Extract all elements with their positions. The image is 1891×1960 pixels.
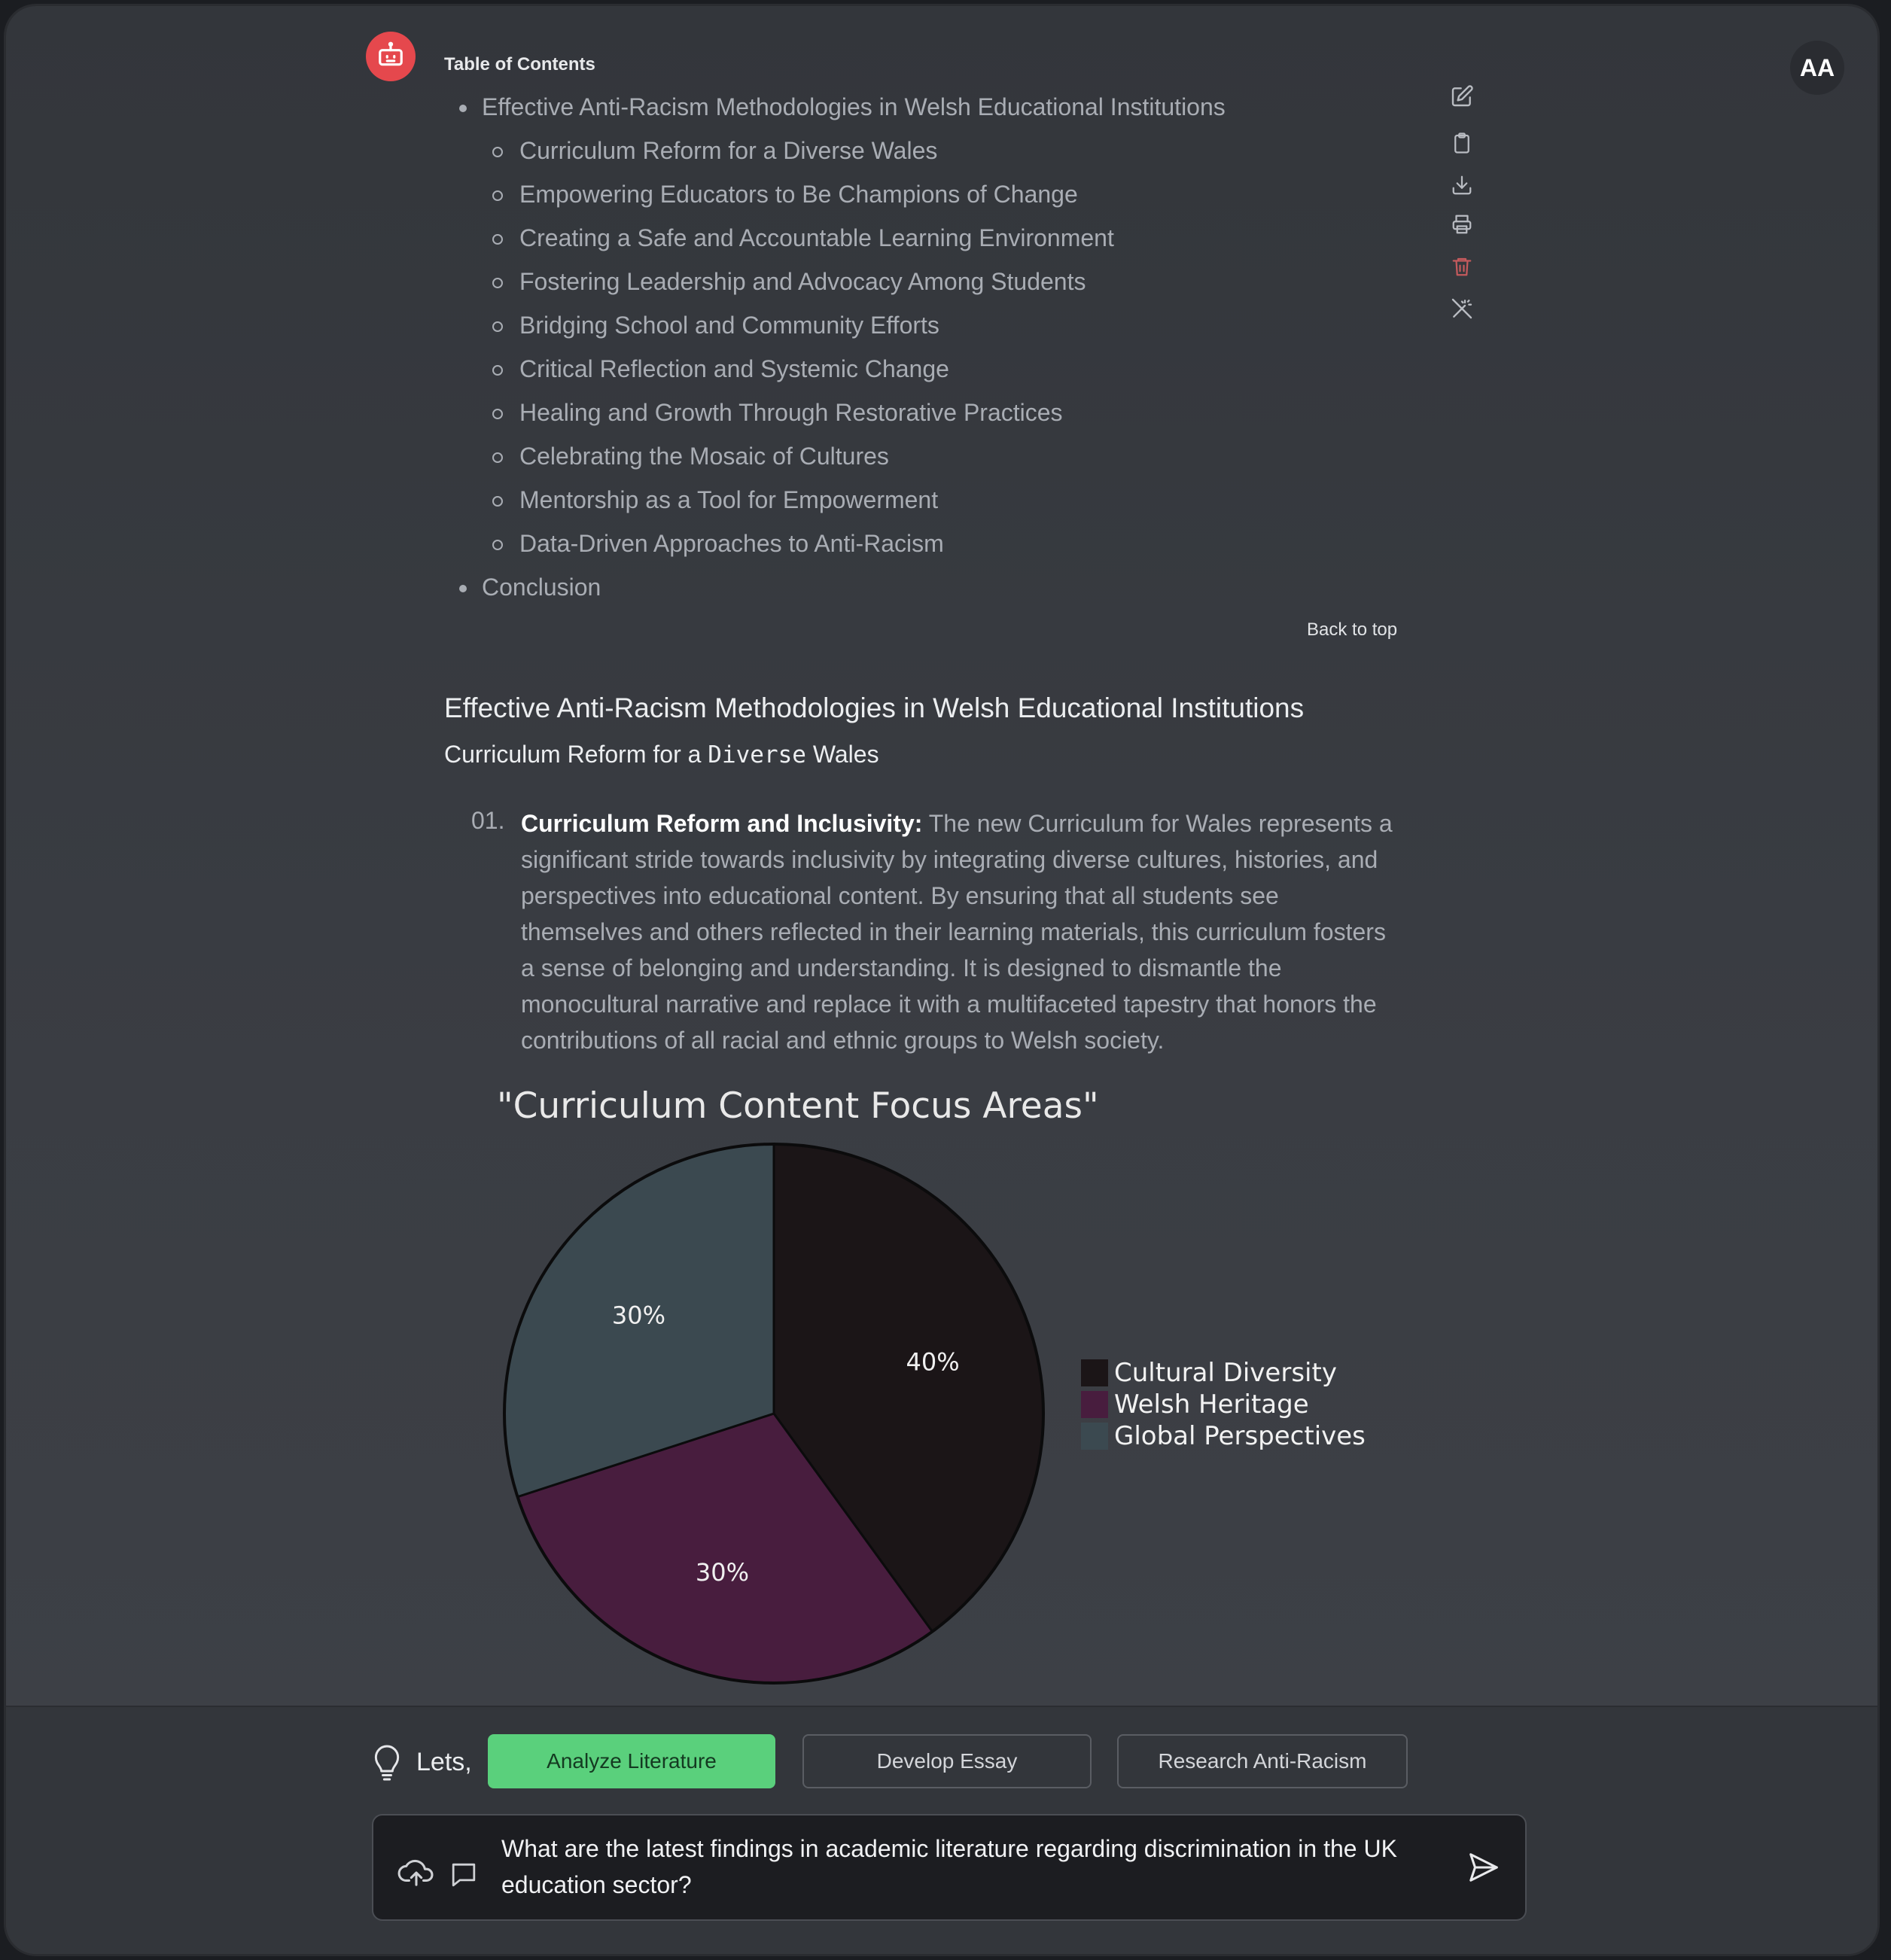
legend-label: Cultural Diversity: [1114, 1358, 1337, 1388]
edit-icon[interactable]: [1444, 81, 1480, 111]
list-number: 01.: [471, 807, 505, 834]
legend-label: Welsh Heritage: [1114, 1389, 1309, 1420]
app-window: Table of Contents AA Effective Anti-Raci…: [6, 6, 1877, 1954]
section-heading: Effective Anti-Racism Methodologies in W…: [444, 692, 1305, 723]
back-to-top-link[interactable]: Back to top: [1307, 619, 1397, 641]
toc-item[interactable]: Celebrating the Mosaic of Cultures: [492, 443, 889, 470]
print-icon[interactable]: [1444, 209, 1480, 239]
list-item-paragraph: Curriculum Reform and Inclusivity: The n…: [521, 805, 1394, 1058]
inline-code: Diverse: [708, 741, 806, 768]
legend-swatch: [1081, 1423, 1108, 1450]
legend-entry: Cultural Diversity: [1081, 1358, 1337, 1388]
bot-avatar: [366, 32, 416, 81]
upload-cloud-icon[interactable]: [397, 1856, 435, 1892]
chat-bubble-icon[interactable]: [449, 1861, 479, 1893]
trash-icon[interactable]: [1444, 251, 1480, 282]
message-input[interactable]: What are the latest findings in academic…: [501, 1831, 1435, 1903]
pie-chart: 40% 30% 30%: [503, 1143, 1045, 1685]
pie-slice-label: 30%: [612, 1301, 665, 1330]
pie-slice-label: 40%: [906, 1347, 960, 1376]
toc-item[interactable]: Curriculum Reform for a Diverse Wales: [492, 137, 937, 165]
robot-icon: [376, 41, 405, 73]
send-icon[interactable]: [1466, 1850, 1501, 1888]
toc-item[interactable]: Fostering Leadership and Advocacy Among …: [492, 268, 1086, 296]
list-item-body: The new Curriculum for Wales represents …: [521, 810, 1393, 1054]
toc-title: Table of Contents: [444, 54, 595, 75]
clipboard-icon[interactable]: [1444, 128, 1480, 158]
suggestion-chip[interactable]: Research Anti-Racism: [1117, 1734, 1408, 1788]
list-item-title: Curriculum Reform and Inclusivity:: [521, 810, 923, 837]
toc-item[interactable]: Conclusion: [458, 574, 601, 601]
legend-swatch: [1081, 1359, 1108, 1386]
toc-item[interactable]: Bridging School and Community Efforts: [492, 312, 939, 339]
composer: What are the latest findings in academic…: [372, 1814, 1527, 1921]
legend-entry: Welsh Heritage: [1081, 1389, 1309, 1420]
legend-label: Global Perspectives: [1114, 1421, 1366, 1451]
chart-title: "Curriculum Content Focus Areas": [497, 1085, 1099, 1127]
lightbulb-icon: [370, 1743, 403, 1786]
suggestion-chip[interactable]: Analyze Literature: [488, 1734, 775, 1788]
suggestions-prefix: Lets,: [416, 1748, 472, 1776]
toc-item[interactable]: Data-Driven Approaches to Anti-Racism: [492, 530, 944, 558]
toc-item[interactable]: Empowering Educators to Be Champions of …: [492, 181, 1078, 208]
toc-item[interactable]: Mentorship as a Tool for Empowerment: [492, 486, 938, 514]
toc-item[interactable]: Healing and Growth Through Restorative P…: [492, 399, 1063, 427]
pie-slice-label: 30%: [696, 1558, 749, 1587]
user-avatar[interactable]: AA: [1790, 41, 1844, 95]
toc-item[interactable]: Creating a Safe and Accountable Learning…: [492, 224, 1114, 252]
suggestion-chip[interactable]: Develop Essay: [802, 1734, 1092, 1788]
magic-wand-icon[interactable]: [1444, 294, 1480, 324]
legend-entry: Global Perspectives: [1081, 1421, 1366, 1451]
legend-swatch: [1081, 1391, 1108, 1418]
toc-item[interactable]: Critical Reflection and Systemic Change: [492, 355, 949, 383]
download-icon[interactable]: [1444, 170, 1480, 200]
toc-item[interactable]: Effective Anti-Racism Methodologies in W…: [459, 93, 1226, 121]
section-subheading: Curriculum Reform for a Diverse Wales: [444, 741, 879, 768]
